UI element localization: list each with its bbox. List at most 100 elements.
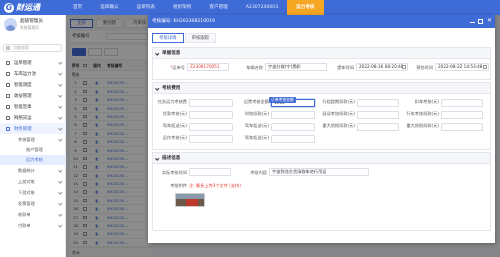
fee-label: 时效扣款(元) [244, 111, 269, 116]
user-role: 系统管理员 [20, 25, 39, 30]
top-navigation-bar: G 财运通 首页 运单确认 运单列表 组织架构 客户管理 A2307240003 运力考核 [0, 0, 500, 15]
section-header[interactable]: 单据信息 [153, 48, 490, 59]
top-nav-item[interactable]: 客户管理 [200, 0, 236, 15]
fee-label: 重大质损扣款(元) [322, 123, 355, 128]
sidebar-subitem[interactable]: 收款单 [0, 209, 66, 220]
sidebar-item[interactable]: 车库运力池 [0, 68, 66, 79]
fee-section: 考核费用 任务运力考核费运费考核金额1000行程超期扣款(元)扣车考核(元)货款… [152, 82, 491, 150]
document-icon [6, 60, 10, 65]
chevron-down-icon [155, 51, 160, 56]
top-nav-menu: 首页 运单确认 运单列表 组织架构 客户管理 A2307240003 运力考核 [64, 0, 324, 15]
chevron-right-icon [57, 223, 62, 228]
brand-logo[interactable]: G 财运通 [4, 2, 40, 13]
fee-input[interactable] [441, 123, 483, 131]
fee-label: 延误考核扣款(元) [322, 111, 355, 116]
user-profile[interactable]: 超级管理员 系统管理员 [4, 18, 43, 31]
field-tooltip: 订单考核金额 [269, 97, 296, 104]
fee-label: 行程超期扣款(元) [322, 99, 355, 104]
top-nav-item[interactable]: 组织架构 [164, 0, 200, 15]
pickup-time-field[interactable]: 2022-08-16 08:20:48 [356, 63, 408, 71]
remark-section: 描述信息 实际考核时间 考核内容 宁波到北仑货场取车进行吊运 考核附件 注: 最… [152, 152, 491, 231]
dialog-tab[interactable]: 审核跟踪 [184, 33, 217, 43]
calendar-icon [483, 65, 487, 69]
fee-input[interactable] [357, 111, 399, 119]
chevron-right-icon [57, 137, 62, 142]
fee-input[interactable] [189, 135, 233, 143]
sidebar-item-label: 智能调度 [14, 82, 32, 88]
sidebar-item[interactable]: 运单管理 [0, 57, 66, 68]
sidebar-subitem[interactable]: 上游对账 [0, 176, 66, 187]
sidebar-item[interactable]: 智能签章 [0, 101, 66, 112]
top-nav-item[interactable]: 运单确认 [91, 0, 127, 15]
waybill-number-field[interactable]: Z2308170051 [187, 63, 229, 71]
fee-label: 重大质损扣款(元) [406, 123, 439, 128]
dialog-tab[interactable]: 考核详情 [152, 33, 184, 43]
field-label: 考核内容 [250, 170, 267, 175]
sidebar-item-label: 收益管理 [14, 93, 32, 99]
dialog-tabs: 考核详情 审核跟踪 [152, 33, 217, 43]
fee-input[interactable] [357, 123, 399, 131]
close-icon[interactable]: ✕ [487, 18, 492, 24]
sidebar-subitem[interactable]: 数据统计 [0, 165, 66, 176]
chevron-down-icon [57, 104, 62, 109]
fee-label: 扣车考核(元) [414, 99, 439, 104]
fee-input[interactable] [441, 111, 483, 119]
menu-search-placeholder: 功能搜索 [13, 45, 29, 50]
fee-label: 货款考核(元) [162, 111, 187, 116]
section-header[interactable]: 考核费用 [153, 83, 490, 94]
chevron-down-icon [57, 93, 62, 98]
chevron-down-icon [57, 60, 62, 65]
sidebar: 超级管理员 系统管理员 功能搜索 运单管理 车库运力池智能调度收益管理智能签章网络… [0, 15, 66, 257]
fee-input[interactable] [441, 99, 483, 107]
estimate-time-field[interactable]: 2022-08-22 14:53:48 [435, 63, 489, 71]
chevron-right-icon [57, 212, 62, 217]
actual-time-field[interactable] [189, 168, 231, 176]
calendar-icon [402, 65, 406, 69]
top-nav-item[interactable]: 首页 [64, 0, 91, 15]
sidebar-subitem[interactable]: 考核管理 [0, 134, 66, 145]
upload-hint: 注: 最多上传3个文件 (支持) [189, 183, 241, 188]
section-header[interactable]: 描述信息 [153, 153, 490, 164]
sidebar-item-label: 网络货运 [14, 115, 32, 121]
sidebar-item-label: 智能签章 [14, 104, 32, 110]
sidebar-subitem[interactable]: 下游对账 [0, 187, 66, 198]
fee-input[interactable] [189, 123, 233, 131]
top-nav-item[interactable]: 运力考核 [287, 0, 324, 15]
vehicle-name-field[interactable]: 宁波分拨(宁)黑职 [265, 63, 327, 71]
sidebar-item[interactable]: 财务管理 [0, 123, 66, 134]
sidebar-item[interactable]: 收益管理 [0, 90, 66, 101]
chevron-right-icon [57, 190, 62, 195]
sidebar-subitem[interactable]: 发票管理 [0, 198, 66, 209]
attachment-thumbnail[interactable] [175, 193, 205, 207]
fee-label: 驾车拒送(元) [244, 135, 269, 140]
sidebar-subitem[interactable]: 运力考核 [0, 155, 66, 165]
dialog-title: 考核编号: KH202308210019 [152, 19, 215, 24]
menu-search-input[interactable]: 功能搜索 [3, 44, 62, 52]
field-label: 预估时间 [416, 65, 433, 70]
fee-input[interactable] [357, 99, 399, 107]
content-field[interactable]: 宁波到北仑货场取车进行吊运 [269, 168, 369, 176]
fee-input[interactable] [271, 123, 315, 131]
chevron-down-icon [57, 71, 62, 76]
sidebar-item[interactable]: 网络货运 [0, 112, 66, 123]
sidebar-menu: 运单管理 车库运力池智能调度收益管理智能签章网络货运财务管理 考核管理 账户管理 运力考… [0, 57, 66, 231]
fee-label: 运费考核金额 [243, 99, 269, 104]
sidebar-subitem[interactable]: 付款单 [0, 220, 66, 231]
fee-input[interactable] [189, 111, 233, 119]
top-nav-item[interactable]: 运单列表 [128, 0, 164, 15]
chevron-right-icon [57, 201, 62, 206]
minimize-icon[interactable] [470, 22, 475, 23]
dispatch-icon [6, 82, 10, 87]
top-nav-item[interactable]: A2307240003 [237, 0, 287, 15]
fee-input[interactable] [189, 99, 233, 107]
wallet-icon [6, 93, 10, 98]
truck-icon [6, 71, 10, 76]
fee-input[interactable] [271, 135, 315, 143]
chevron-down-icon [57, 115, 62, 120]
fee-input[interactable] [271, 111, 315, 119]
sidebar-item[interactable]: 智能调度 [0, 79, 66, 90]
sidebar-subitem[interactable]: 账户管理 [0, 145, 66, 155]
brand-logo-icon: G [4, 2, 14, 13]
maximize-icon[interactable] [478, 19, 483, 24]
basic-info-section: 单据信息 *运单号 Z2308170051 车辆名称 宁波分拨(宁)黑职 提车时… [152, 47, 491, 80]
